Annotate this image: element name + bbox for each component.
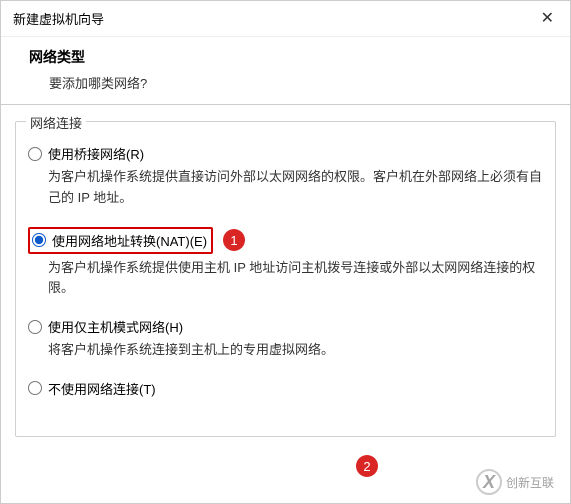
watermark-text: 创新互联 (506, 474, 554, 491)
radio-nat[interactable] (32, 233, 46, 247)
radio-hostonly[interactable] (28, 320, 42, 334)
dialog-title: 新建虚拟机向导 (13, 9, 104, 28)
radio-label-hostonly[interactable]: 使用仅主机模式网络(H) (48, 317, 183, 336)
radio-label-none[interactable]: 不使用网络连接(T) (48, 379, 156, 398)
option-none: 不使用网络连接(T) (28, 379, 543, 398)
option-nat: 使用网络地址转换(NAT)(E) 1 为客户机操作系统提供使用主机 IP 地址访… (28, 227, 543, 300)
radio-row-hostonly[interactable]: 使用仅主机模式网络(H) (28, 317, 543, 336)
option-hostonly: 使用仅主机模式网络(H) 将客户机操作系统连接到主机上的专用虚拟网络。 (28, 317, 543, 361)
annotation-badge-1: 1 (223, 229, 245, 251)
groupbox-title: 网络连接 (26, 113, 86, 132)
close-icon[interactable]: ✕ (537, 11, 558, 27)
wizard-dialog: 新建虚拟机向导 ✕ 网络类型 要添加哪类网络? 网络连接 使用桥接网络(R) 为… (0, 0, 571, 504)
page-title: 网络类型 (29, 47, 542, 67)
network-connection-group: 网络连接 使用桥接网络(R) 为客户机操作系统提供直接访问外部以太网网络的权限。… (15, 121, 556, 437)
header-section: 网络类型 要添加哪类网络? (1, 37, 570, 104)
radio-row-bridged[interactable]: 使用桥接网络(R) (28, 144, 543, 163)
radio-label-nat[interactable]: 使用网络地址转换(NAT)(E) (52, 231, 207, 250)
radio-none[interactable] (28, 381, 42, 395)
radio-label-bridged[interactable]: 使用桥接网络(R) (48, 144, 144, 163)
desc-bridged: 为客户机操作系统提供直接访问外部以太网网络的权限。客户机在外部网络上必须有自己的… (48, 167, 543, 209)
option-bridged: 使用桥接网络(R) 为客户机操作系统提供直接访问外部以太网网络的权限。客户机在外… (28, 144, 543, 209)
highlight-box: 使用网络地址转换(NAT)(E) (28, 227, 213, 254)
watermark: X 创新互联 (476, 469, 554, 495)
page-subtitle: 要添加哪类网络? (29, 73, 542, 92)
annotation-badge-2: 2 (356, 455, 378, 477)
radio-bridged[interactable] (28, 147, 42, 161)
desc-nat: 为客户机操作系统提供使用主机 IP 地址访问主机拨号连接或外部以太网网络连接的权… (48, 258, 543, 300)
desc-hostonly: 将客户机操作系统连接到主机上的专用虚拟网络。 (48, 340, 543, 361)
radio-row-none[interactable]: 不使用网络连接(T) (28, 379, 543, 398)
watermark-icon: X (476, 469, 502, 495)
titlebar: 新建虚拟机向导 ✕ (1, 1, 570, 37)
content-area: 网络连接 使用桥接网络(R) 为客户机操作系统提供直接访问外部以太网网络的权限。… (1, 105, 570, 437)
